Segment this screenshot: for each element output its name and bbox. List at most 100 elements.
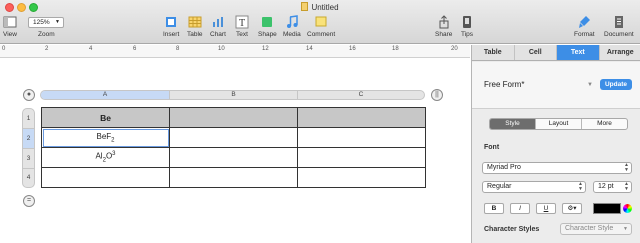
table-cell[interactable]	[169, 167, 298, 188]
column-header-bar: A B C	[40, 90, 425, 100]
format-button[interactable]: Format	[574, 15, 595, 38]
row-header-3[interactable]: 3	[23, 149, 34, 169]
row-header-bar: 1 2 3 4	[22, 108, 35, 188]
svg-text:T: T	[239, 18, 245, 29]
font-size-field[interactable]: 12 pt ▲ ▼	[593, 181, 632, 193]
tab-cell[interactable]: Cell	[515, 45, 557, 60]
text-color-swatch[interactable]	[593, 203, 621, 214]
share-button[interactable]: Share	[435, 15, 452, 38]
document-icon	[614, 16, 623, 28]
media-button[interactable]: Media	[283, 15, 301, 38]
zoom-label: Zoom	[38, 31, 55, 38]
document-button[interactable]: Document	[604, 15, 634, 38]
table-cell[interactable]	[297, 167, 426, 188]
tab-text[interactable]: Text	[557, 45, 600, 60]
table-row: Be	[41, 107, 426, 128]
table-select-handle[interactable]: ●	[23, 89, 35, 101]
update-style-button[interactable]: Update	[600, 79, 632, 90]
document-icon	[301, 2, 309, 11]
window-title: Untitled	[0, 2, 640, 12]
table-row: Al2O3	[41, 147, 426, 168]
shape-button[interactable]: Shape	[258, 15, 277, 38]
ruler-label: 8	[176, 46, 180, 52]
row-header-1[interactable]: 1	[23, 109, 34, 129]
add-column-button[interactable]: ||	[431, 89, 443, 101]
character-style-select[interactable]: Character Style ▼	[560, 223, 632, 235]
paintbrush-icon	[579, 16, 591, 28]
column-header-c[interactable]: C	[298, 91, 424, 99]
ruler-label: 18	[392, 46, 399, 52]
add-row-button[interactable]: =	[23, 195, 35, 207]
color-wheel-icon[interactable]	[623, 204, 632, 213]
view-button[interactable]: View	[3, 15, 17, 38]
lightbulb-icon	[463, 16, 471, 28]
shape-icon	[262, 17, 273, 27]
row-header-4[interactable]: 4	[23, 169, 34, 187]
paragraph-style-name[interactable]: Free Form*	[484, 80, 524, 89]
tab-arrange[interactable]: Arrange	[600, 45, 640, 60]
ruler-label: 0	[2, 46, 6, 52]
table-cell[interactable]	[169, 147, 298, 168]
music-note-icon	[286, 15, 298, 28]
tab-table[interactable]: Table	[472, 45, 515, 60]
format-inspector: Table Cell Text Arrange Free Form* ▼ Upd…	[471, 45, 640, 243]
text-button[interactable]: T Text	[235, 15, 249, 38]
segment-more[interactable]: More	[582, 119, 627, 129]
chevron-updown-icon: ▲ ▼	[624, 162, 629, 173]
table-icon	[188, 16, 202, 28]
document-canvas[interactable]: ● A B C || 1 2 3 4 = Be BeF2 Al2O3	[0, 59, 470, 243]
inspector-tabs: Table Cell Text Arrange	[472, 45, 640, 61]
stepper-icon: ▲ ▼	[624, 181, 629, 192]
share-icon	[439, 15, 449, 29]
column-header-a[interactable]: A	[41, 91, 170, 99]
table-cell[interactable]	[41, 167, 170, 188]
bold-button[interactable]: B	[484, 203, 504, 214]
chart-icon	[212, 17, 223, 27]
font-family-select[interactable]: Myriad Pro ▲ ▼	[482, 162, 632, 174]
ruler-label: 2	[45, 46, 49, 52]
table-cell[interactable]	[169, 127, 298, 148]
comment-button[interactable]: Comment	[307, 15, 335, 38]
ruler-label: 10	[218, 46, 225, 52]
zoom-select[interactable]: 125% ▼	[28, 17, 64, 28]
text-options-gear-button[interactable]: ⚙▾	[562, 203, 582, 214]
view-icon	[3, 16, 17, 28]
text-icon: T	[235, 15, 249, 29]
font-section-label: Font	[484, 144, 500, 151]
table-cell[interactable]	[297, 107, 426, 128]
table-cell[interactable]: Al2O3	[41, 147, 170, 168]
chevron-down-icon: ▼	[623, 226, 628, 232]
ruler-label: 14	[306, 46, 313, 52]
ruler-label: 20	[451, 46, 458, 52]
window-toolbar: Untitled View 125% ▼ Zoom Insert Table Ch…	[0, 0, 640, 44]
chart-button[interactable]: Chart	[210, 15, 226, 38]
ruler-label: 16	[349, 46, 356, 52]
ruler-label: 12	[262, 46, 269, 52]
tips-button[interactable]: Tips	[460, 15, 474, 38]
ruler-label: 6	[133, 46, 137, 52]
underline-button[interactable]: U	[536, 203, 556, 214]
table-cell[interactable]	[297, 147, 426, 168]
row-header-2[interactable]: 2	[23, 129, 34, 149]
segment-layout[interactable]: Layout	[536, 119, 582, 129]
font-weight-select[interactable]: Regular ▲ ▼	[482, 181, 586, 193]
table-cell-selected[interactable]: BeF2	[41, 127, 170, 148]
chevron-updown-icon: ▲ ▼	[578, 181, 583, 192]
table-cell[interactable]	[297, 127, 426, 148]
segment-style[interactable]: Style	[490, 119, 536, 129]
table-cell[interactable]: Be	[41, 107, 170, 128]
insert-icon	[166, 17, 177, 27]
chevron-down-icon[interactable]: ▼	[587, 82, 593, 88]
table-row: BeF2	[41, 127, 426, 148]
horizontal-ruler: 0 2 4 6 8 10 12 14 16 18 20	[0, 45, 470, 58]
table-cell[interactable]	[169, 107, 298, 128]
data-table: Be BeF2 Al2O3	[41, 107, 426, 188]
ruler-label: 4	[89, 46, 93, 52]
column-header-b[interactable]: B	[170, 91, 298, 99]
table-button[interactable]: Table	[187, 15, 203, 38]
insert-button[interactable]: Insert	[163, 15, 179, 38]
comment-icon	[315, 16, 327, 27]
character-styles-label: Character Styles	[484, 226, 540, 233]
italic-button[interactable]: I	[510, 203, 530, 214]
table-row	[41, 167, 426, 188]
